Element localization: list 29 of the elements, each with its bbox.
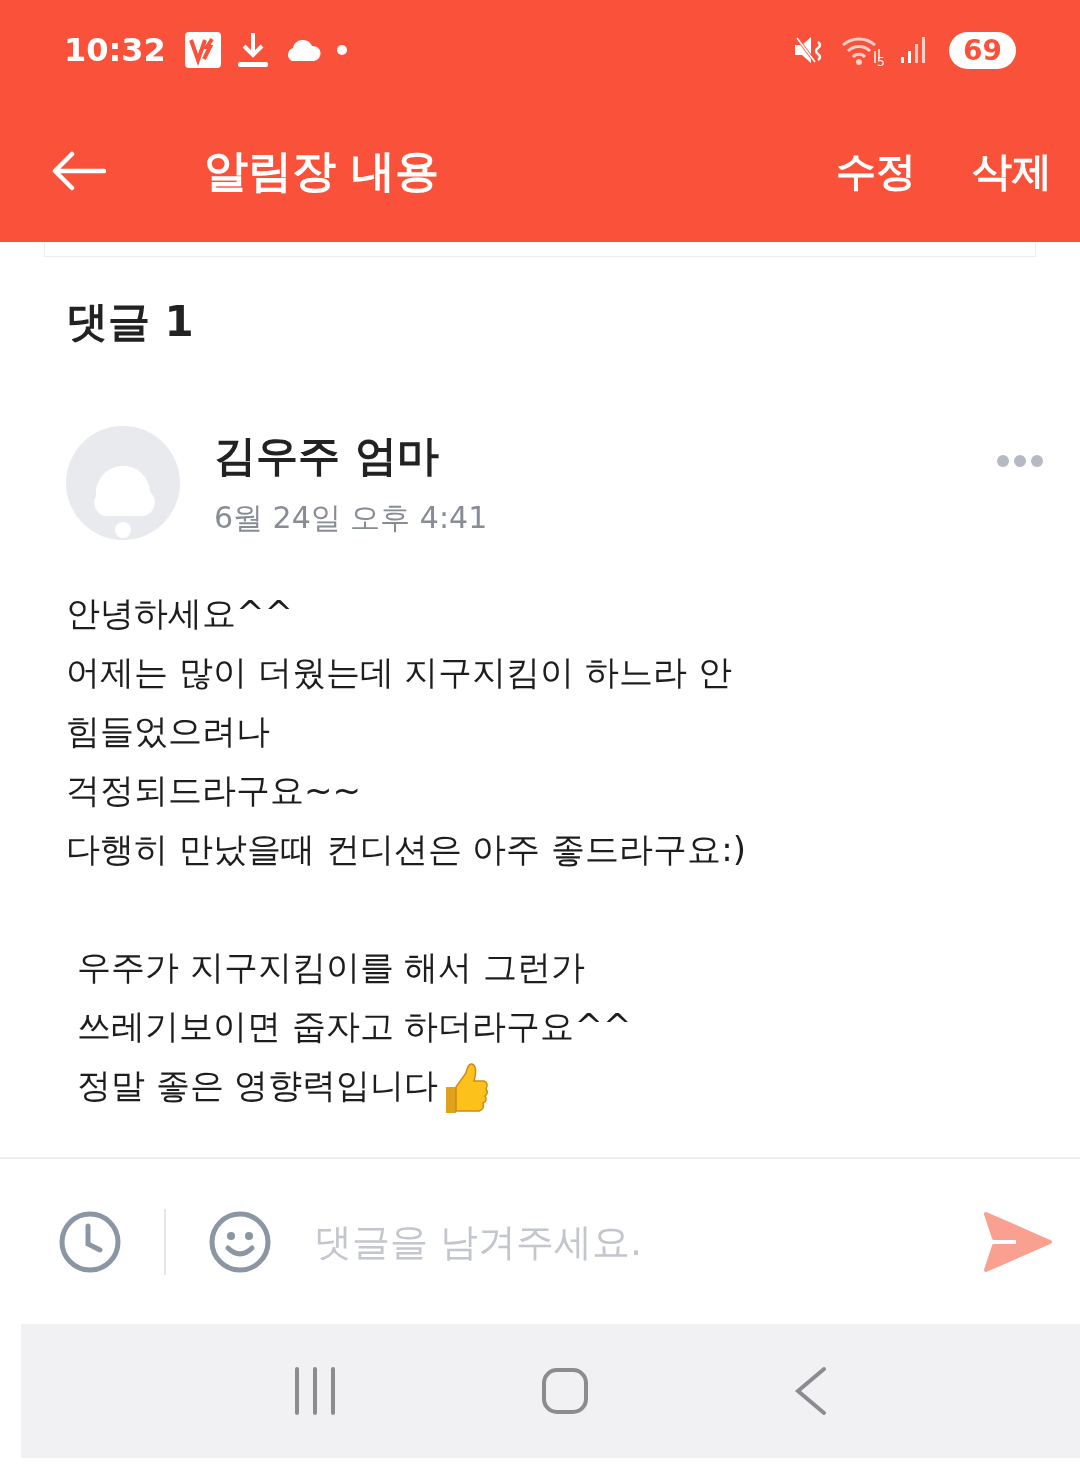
comment-text-line: 걱정되드라구요~~ <box>66 769 361 812</box>
header-action-button[interactable]: 삭제 <box>972 143 1052 199</box>
app-notification-icon <box>183 31 222 69</box>
page-title: 알림장 내용 <box>204 143 441 198</box>
comment-author: 김우주 엄마 <box>214 429 440 482</box>
home-icon[interactable] <box>541 1367 590 1415</box>
recent-apps-icon[interactable] <box>293 1367 338 1415</box>
clock-icon[interactable] <box>58 1209 122 1274</box>
comment-text-line: 힘들었으려나 <box>66 710 270 753</box>
dot-icon <box>335 44 348 56</box>
comment-text-line: 어제는 많이 더웠는데 지구지킴이 하느라 안 <box>66 651 733 694</box>
comment-text-line: 우주가 지구지킴이를 해서 그런가 <box>75 946 586 989</box>
wifi-standard-label: 5 <box>876 53 886 69</box>
more-options-icon[interactable] <box>996 454 1044 468</box>
emoji-icon[interactable] <box>208 1209 272 1274</box>
back-icon[interactable] <box>793 1366 828 1416</box>
download-icon <box>235 31 270 69</box>
comment-input-field[interactable]: 댓글을 남겨주세요. <box>312 1218 982 1265</box>
comment-text-line: 안녕하세요^^ <box>66 592 293 635</box>
battery-level: 69 <box>949 31 1016 69</box>
back-arrow-icon[interactable] <box>52 151 106 191</box>
comment-text-line: 정말 좋은 영향력입니다 <box>75 1064 439 1107</box>
comments-heading: 댓글 1 <box>66 296 195 348</box>
comment-text-line: 다행히 만났을때 컨디션은 아주 좋드라구요:) <box>66 828 746 871</box>
comment-text-line: 쓰레기보이면 줍자고 하더라구요^^ <box>75 1005 632 1048</box>
comment-date: 6월 24일 오후 4:41 <box>214 498 489 537</box>
clock-time: 10:32 <box>64 31 166 69</box>
send-icon[interactable] <box>982 1209 1052 1274</box>
header-action-button[interactable]: 수정 <box>836 143 916 199</box>
